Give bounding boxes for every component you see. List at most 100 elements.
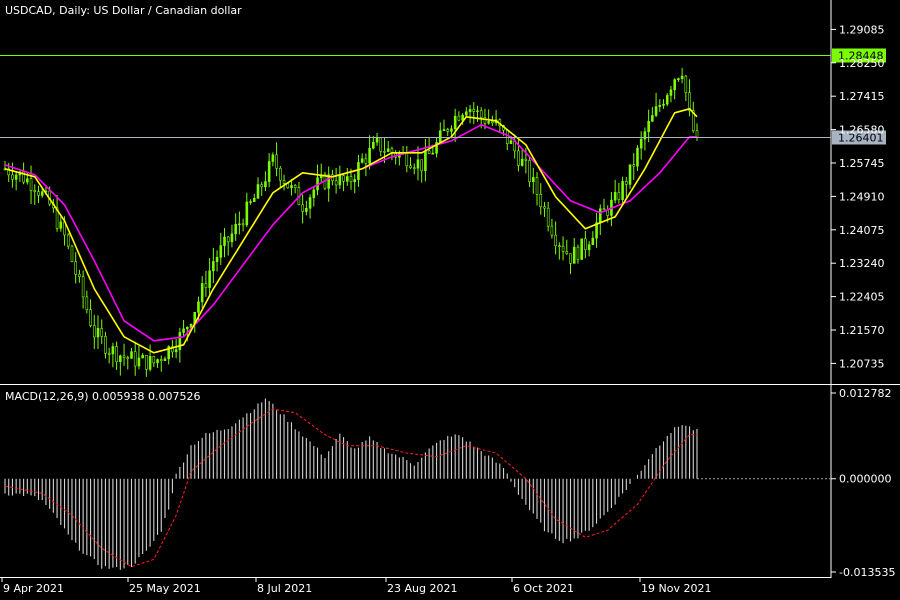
macd-tick-label: -0.013535: [839, 566, 895, 579]
candle-body: [647, 120, 650, 132]
candle-body: [85, 296, 89, 310]
candle-body: [669, 89, 673, 96]
candle-body: [26, 178, 29, 183]
price-tick-label: 1.21570: [839, 324, 885, 337]
candle-body: [487, 121, 490, 124]
time-tick-label: 9 Apr 2021: [3, 582, 64, 595]
macd-tick-label: 0.000000: [839, 473, 892, 486]
candle-body: [174, 349, 178, 353]
candle-body: [427, 150, 431, 154]
candle-body: [628, 164, 632, 185]
candle-body: [66, 234, 70, 247]
price-tick-label: 1.26580: [839, 124, 885, 137]
candle-body: [115, 346, 118, 362]
candle-body: [431, 152, 435, 155]
price-tick-label: 1.28250: [839, 57, 885, 70]
candle-body: [584, 238, 587, 251]
candle-body: [446, 129, 450, 132]
candle-body: [290, 185, 293, 189]
candle-body: [688, 92, 691, 111]
price-tick-label: 1.23240: [839, 257, 885, 270]
candle-body: [264, 181, 267, 188]
candle-body: [241, 223, 245, 226]
candle-body: [632, 164, 636, 167]
price-tick-label: 1.24075: [839, 224, 885, 237]
candle-body: [156, 359, 159, 364]
candle-body: [74, 261, 77, 275]
candle-body: [305, 207, 308, 212]
candle-body: [550, 225, 554, 236]
candle-body: [520, 158, 524, 166]
price-tick-label: 1.27415: [839, 90, 885, 103]
candle-body: [81, 276, 85, 298]
candle-body: [532, 177, 535, 182]
candle-body: [613, 192, 617, 201]
candle-body: [100, 328, 104, 337]
candle-body: [405, 152, 409, 167]
candle-body: [215, 257, 219, 262]
price-axis: 1.29085 1.28250 1.27415 1.26580 1.25745 1.249…: [831, 23, 885, 370]
candle-body: [204, 283, 208, 288]
candle-body: [104, 336, 107, 354]
price-tick-label: 1.29085: [839, 23, 885, 36]
candle-body: [372, 141, 375, 149]
candle-body: [424, 150, 427, 172]
candle-body: [111, 346, 115, 355]
candle-body: [576, 246, 580, 260]
candle-body: [472, 109, 476, 112]
time-tick-label: 8 Jul 2021: [257, 582, 312, 595]
time-tick-label: 19 Nov 2021: [641, 582, 711, 595]
candle-body: [561, 246, 565, 252]
candle-body: [145, 355, 148, 370]
macd-axis: 0.012782 0.000000 -0.013535: [831, 387, 895, 579]
candle-body: [107, 353, 111, 355]
candle-body: [212, 261, 215, 272]
candle-body: [546, 207, 550, 227]
candle-body: [29, 178, 33, 191]
candle-body: [539, 194, 543, 208]
candle-body: [420, 159, 423, 172]
candle-body: [684, 75, 688, 93]
candle-body: [159, 359, 163, 361]
candle-body: [509, 140, 513, 144]
candle-body: [565, 251, 569, 254]
candle-body: [11, 174, 14, 180]
candle-body: [14, 174, 18, 180]
price-candles: [3, 67, 699, 377]
candle-body: [438, 130, 442, 143]
candle-body: [602, 208, 606, 211]
candle-body: [528, 160, 531, 182]
moving-averages: [4, 107, 698, 354]
candle-body: [141, 355, 144, 359]
candle-body: [383, 151, 386, 153]
candle-body: [386, 148, 390, 152]
candle-body: [59, 221, 63, 229]
macd-histogram: [4, 398, 831, 570]
candle-body: [122, 355, 126, 358]
candle-body: [256, 184, 260, 199]
candle-body: [293, 185, 297, 188]
time-tick-label: 6 Oct 2021: [513, 582, 574, 595]
candle-body: [662, 103, 665, 106]
candle-body: [636, 147, 639, 167]
price-tick-label: 1.25745: [839, 157, 885, 170]
candle-body: [275, 154, 278, 169]
candle-body: [651, 115, 654, 122]
candle-body: [252, 198, 256, 202]
candle-body: [40, 191, 44, 196]
candle-body: [357, 162, 360, 180]
candle-body: [587, 244, 591, 251]
candle-body: [643, 131, 647, 140]
candle-body: [625, 181, 628, 185]
candle-body: [345, 176, 349, 182]
candle-body: [505, 129, 509, 144]
candle-body: [461, 114, 464, 121]
chart-canvas: 1.284481.26401 1.290851.282501.274151.26…: [0, 0, 900, 595]
candle-body: [182, 328, 185, 333]
price-tick-label: 1.20735: [839, 357, 885, 370]
price-tick-label: 1.24910: [839, 190, 885, 203]
candle-body: [92, 325, 96, 338]
candle-body: [368, 147, 371, 164]
candle-body: [119, 355, 122, 362]
candle-body: [137, 357, 141, 367]
